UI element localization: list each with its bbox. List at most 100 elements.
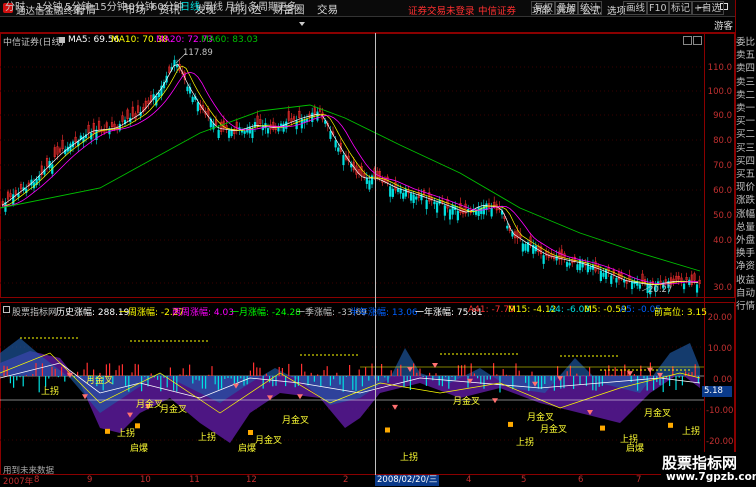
x-tick: 11: [189, 475, 200, 485]
y-tick: 80.0: [713, 136, 732, 146]
right-panel-item[interactable]: 卖五: [735, 49, 756, 62]
drawing-button[interactable]: 画线: [623, 1, 649, 15]
candle-body: [186, 86, 189, 92]
right-panel-item[interactable]: 换手: [735, 247, 756, 260]
f10-button[interactable]: F10: [646, 1, 670, 15]
expand-icon[interactable]: [683, 36, 692, 45]
tab-timeshare[interactable]: 分时: [5, 1, 25, 15]
add-watchlist-button[interactable]: +自选: [691, 1, 724, 15]
turn-up-label: 上拐: [41, 387, 60, 397]
candle-body: [402, 192, 405, 199]
ma20-line: [2, 71, 699, 285]
start-burst-label: 启爆: [238, 444, 257, 454]
right-panel-item[interactable]: 现价: [735, 181, 756, 194]
tab-more[interactable]: 更多: [277, 1, 297, 15]
x-tick: 2007年: [3, 477, 34, 487]
low-price-label: 20.27: [648, 285, 673, 295]
signal-marker: [135, 423, 140, 429]
more-dropdown-icon[interactable]: [299, 22, 305, 26]
right-panel-item[interactable]: 净资: [735, 260, 756, 273]
tab-multi-period[interactable]: 多周期: [248, 1, 278, 15]
candle-body: [365, 177, 368, 184]
restore-rights-button[interactable]: 复权: [531, 1, 557, 15]
right-panel-item[interactable]: 卖四: [735, 62, 756, 75]
right-panel-item[interactable]: 涨幅: [735, 208, 756, 221]
candle-body: [368, 180, 371, 190]
candle-body: [342, 155, 345, 166]
candle-body: [217, 129, 220, 138]
broker-name[interactable]: 中信证券: [478, 3, 516, 17]
right-panel-item[interactable]: 卖三: [735, 76, 756, 89]
candle-body: [576, 264, 579, 270]
candle-body: [157, 92, 160, 98]
start-burst-label: 启爆: [626, 444, 645, 454]
statistics-button[interactable]: 统计: [577, 1, 603, 15]
guest-label[interactable]: 游客: [714, 18, 733, 32]
y-tick: 100.0: [707, 87, 732, 97]
right-panel-item[interactable]: 卖一: [735, 102, 756, 115]
candle-body: [591, 265, 595, 270]
candle-body: [404, 188, 407, 197]
indicator-settings-icon[interactable]: [3, 306, 10, 313]
tab-60min[interactable]: 60分钟: [151, 1, 184, 15]
cursor-date-badge: 2008/02/20/三: [375, 475, 440, 486]
candle-body: [565, 261, 569, 267]
signal-marker: [248, 429, 253, 435]
ma10-line: [1, 65, 699, 285]
right-panel-item[interactable]: 卖二: [735, 89, 756, 102]
ma60-value: MA60: 83.03: [201, 35, 259, 45]
month-gain: 一月涨幅: -24.28: [230, 308, 301, 318]
candle-body: [337, 147, 340, 152]
candle-body: [391, 188, 394, 197]
right-panel-item[interactable]: 买五: [735, 168, 756, 181]
mark-button[interactable]: 标记: [668, 1, 694, 15]
candle-body: [604, 269, 608, 280]
right-panel-item[interactable]: 买一: [735, 115, 756, 128]
signal-marker: [668, 422, 673, 428]
candle-body: [435, 202, 439, 213]
right-panel-item[interactable]: 涨跌: [735, 194, 756, 207]
candle-body: [456, 210, 459, 221]
login-status[interactable]: 证券交易未登录: [408, 3, 475, 17]
candle-body: [412, 194, 415, 203]
right-panel-item[interactable]: 买二: [735, 128, 756, 141]
menu-trade[interactable]: 交易: [317, 2, 338, 17]
candle-body: [251, 128, 254, 139]
candle-body: [599, 270, 602, 281]
candle-body: [191, 96, 194, 103]
diamond-marker: [492, 398, 498, 404]
candle-body: [227, 130, 231, 138]
right-panel-item[interactable]: 委比: [735, 36, 756, 49]
right-panel-item[interactable]: 买四: [735, 155, 756, 168]
overlay-button[interactable]: 叠加: [554, 1, 580, 15]
candle-body: [589, 266, 592, 270]
tab-monthly[interactable]: 月线: [225, 1, 245, 15]
candle-body: [246, 127, 249, 133]
x-tick: 12: [246, 475, 257, 485]
candle-body: [695, 284, 699, 293]
chart-canvas[interactable]: [0, 33, 735, 487]
ind-y-tick: -10.00: [706, 406, 734, 416]
candle-body: [415, 196, 418, 200]
tab-30min[interactable]: 30分钟: [122, 1, 155, 15]
settings-icon[interactable]: [59, 37, 65, 43]
right-panel-item[interactable]: 收益: [735, 274, 756, 287]
candle-body: [542, 255, 545, 264]
collapse-icon[interactable]: [693, 36, 702, 45]
right-panel-item[interactable]: 总量: [735, 221, 756, 234]
candle-body: [555, 255, 558, 261]
right-panel-item[interactable]: 自动: [735, 287, 756, 300]
tab-5min[interactable]: 5分钟: [65, 1, 91, 15]
tab-1min[interactable]: 1分钟: [36, 1, 62, 15]
tab-daily[interactable]: 日线: [180, 1, 200, 15]
right-panel-item[interactable]: 买三: [735, 142, 756, 155]
right-panel-item[interactable]: 行情: [735, 300, 756, 313]
diamond-marker: [297, 394, 303, 400]
tab-weekly[interactable]: 周线: [203, 1, 223, 15]
gold-cross-label: 月金叉: [453, 397, 481, 407]
candle-body: [521, 243, 524, 252]
candle-body: [506, 225, 509, 229]
candle-body: [253, 122, 257, 128]
right-panel-item[interactable]: 外盘: [735, 234, 756, 247]
signal-marker: [105, 428, 110, 434]
